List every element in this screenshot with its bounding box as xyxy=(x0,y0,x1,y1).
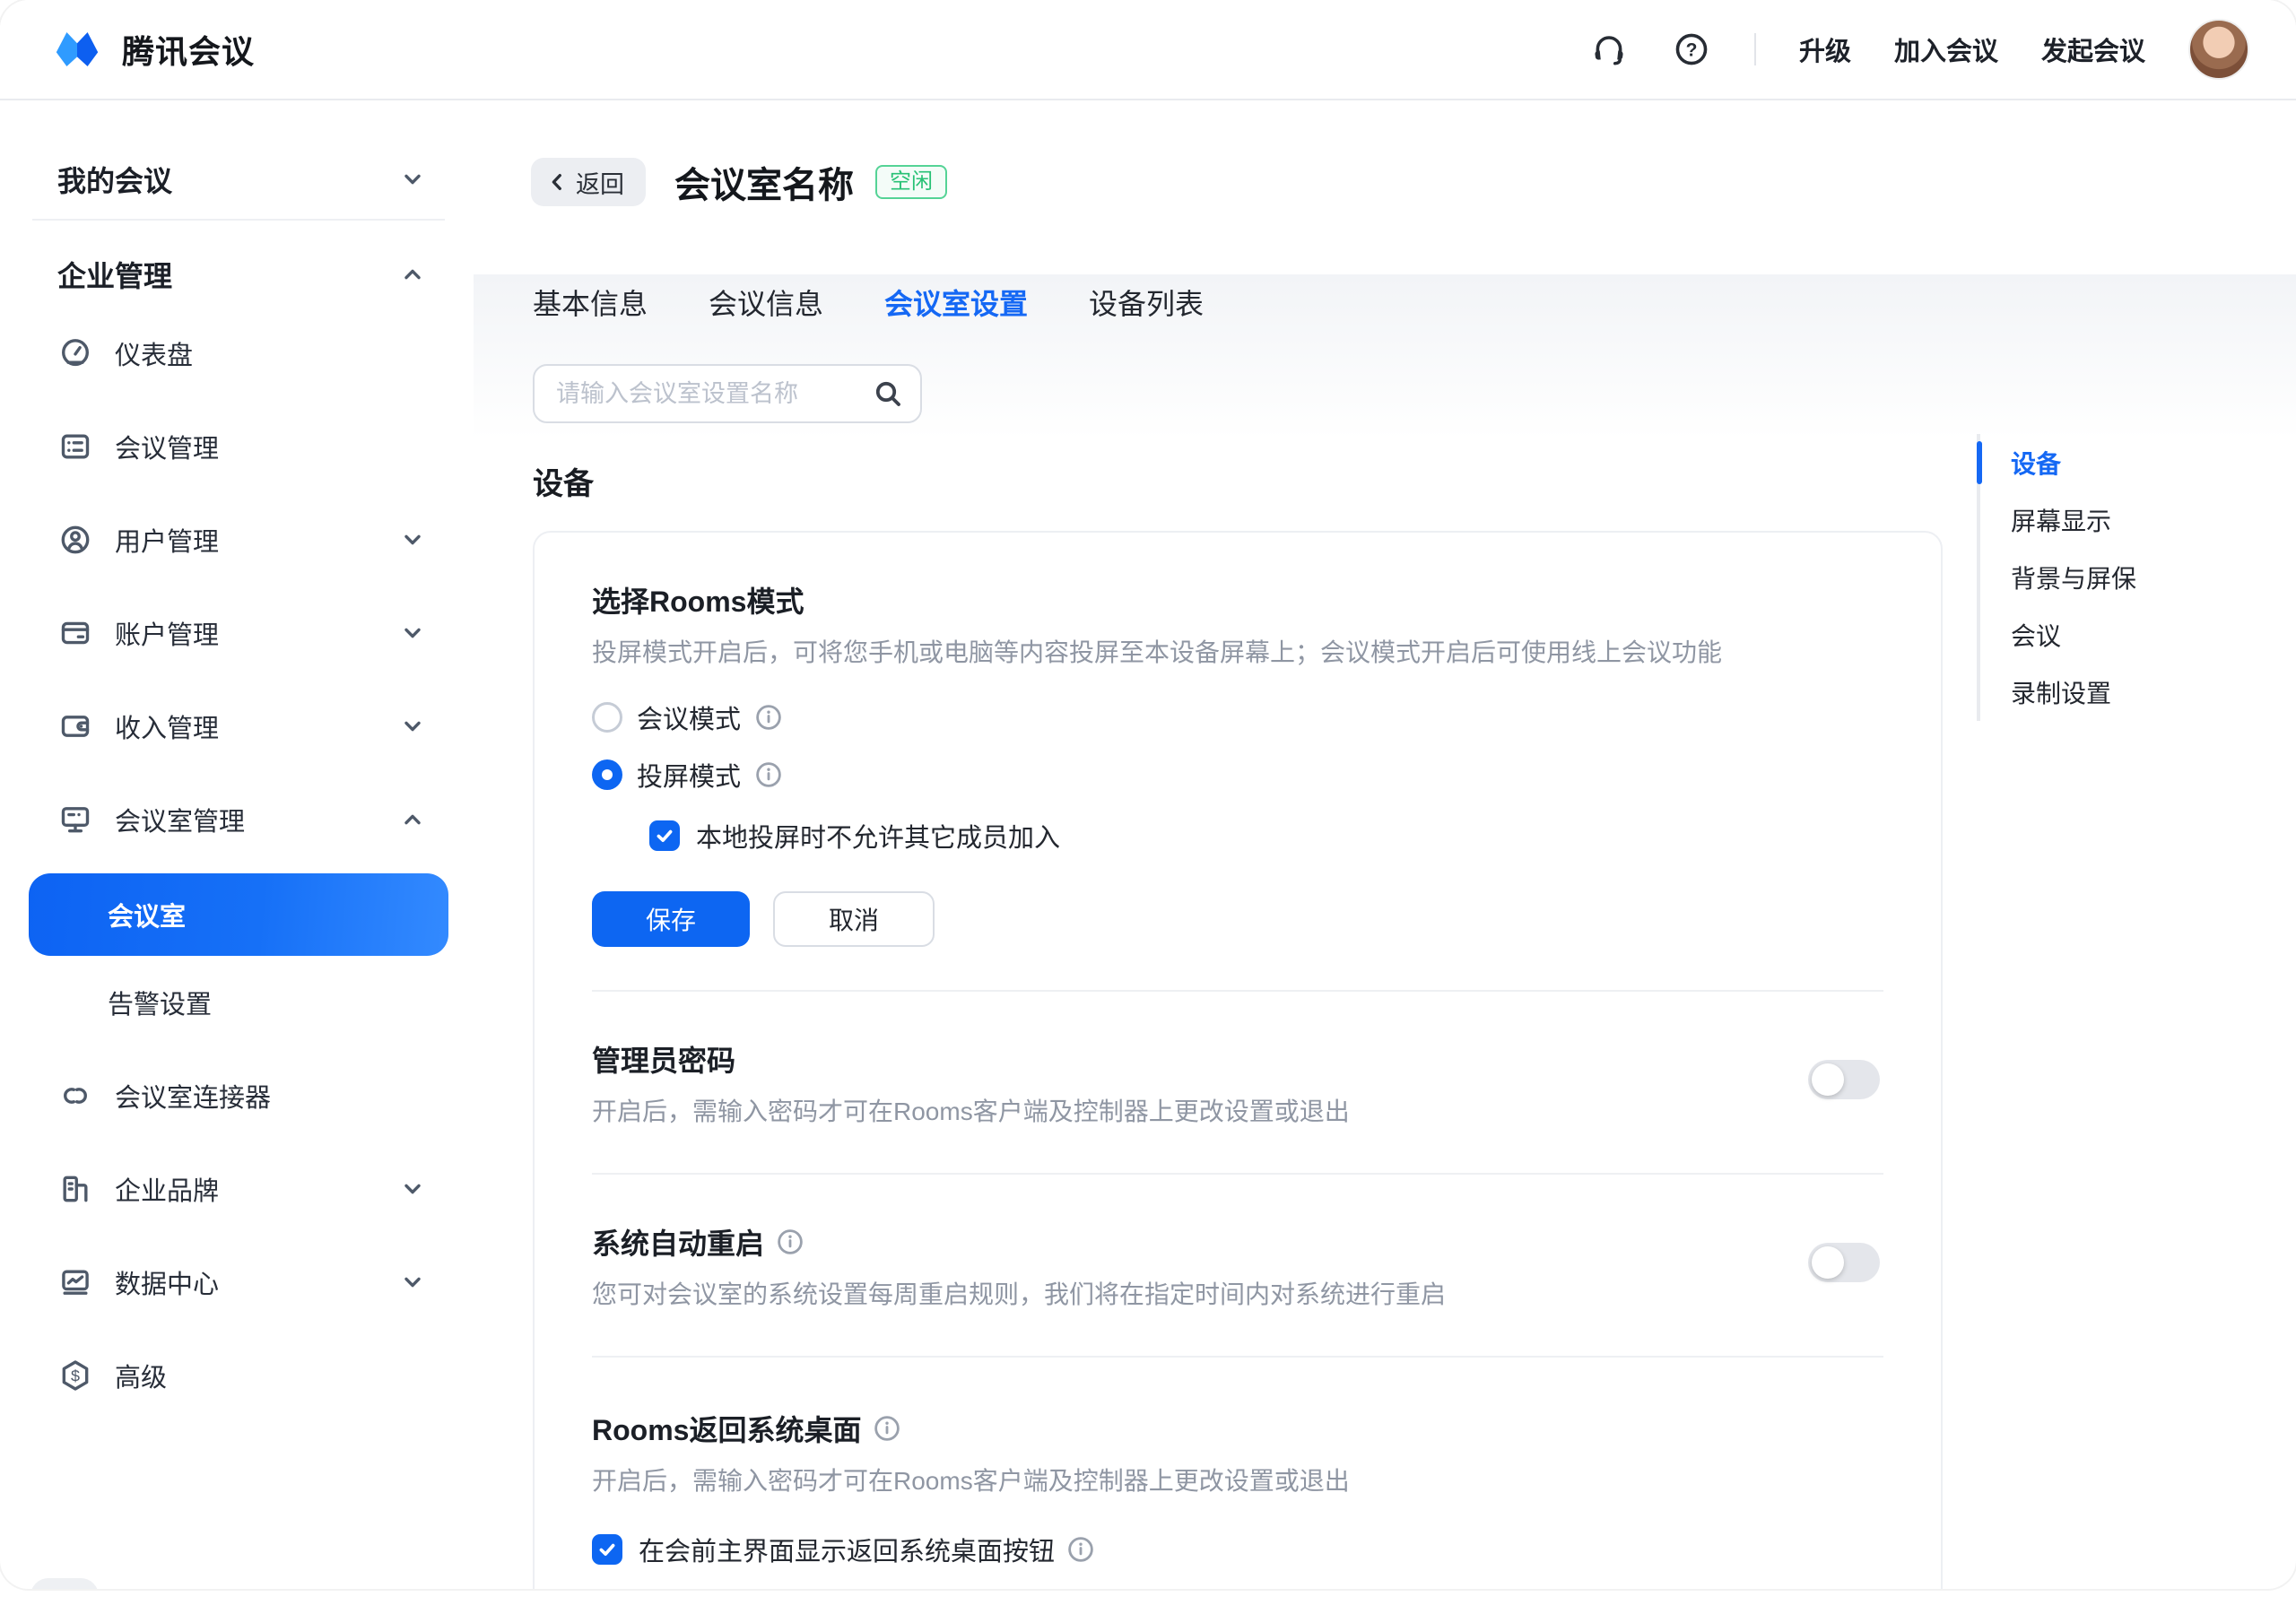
settings-search-input[interactable] xyxy=(556,380,874,408)
sidebar-subitem-alert-settings[interactable]: 告警设置 xyxy=(29,967,448,1038)
topbar: 腾讯会议 ? 升级 加入会议 发起会议 xyxy=(0,0,2296,100)
sidebar: 我的会议 企业管理 仪表盘 xyxy=(0,100,474,1589)
sidebar-group-my-meetings[interactable]: 我的会议 xyxy=(29,143,448,215)
admin-password-title: 管理员密码 xyxy=(592,1038,1883,1080)
info-icon[interactable] xyxy=(755,761,782,788)
search-icon[interactable] xyxy=(874,379,902,408)
link-icon xyxy=(57,1078,93,1114)
sidebar-item-dashboard[interactable]: 仪表盘 xyxy=(29,310,448,396)
back-button[interactable]: 返回 xyxy=(531,158,646,206)
sidebar-item-account-management[interactable]: 账户管理 xyxy=(29,590,448,676)
auto-restart-toggle-off[interactable] xyxy=(1808,1243,1880,1282)
cancel-button[interactable]: 取消 xyxy=(773,891,935,947)
back-to-desktop-section: Rooms返回系统桌面 开启后，需输入密码才可在Rooms客户端及控制器上更改设… xyxy=(535,1358,1941,1589)
admin-password-desc: 开启后，需输入密码才可在Rooms客户端及控制器上更改设置或退出 xyxy=(592,1094,1883,1130)
sidebar-item-user-management[interactable]: 用户管理 xyxy=(29,497,448,583)
wallet-icon xyxy=(57,708,93,744)
info-icon[interactable] xyxy=(1067,1536,1094,1563)
sidebar-item-rooms-management[interactable]: 会议室管理 xyxy=(29,777,448,863)
radio-unselected[interactable] xyxy=(592,702,622,733)
checkbox-checked[interactable] xyxy=(649,820,680,851)
start-meeting-link[interactable]: 发起会议 xyxy=(2041,30,2145,68)
sidebar-item-data-center[interactable]: 数据中心 xyxy=(29,1239,448,1325)
tencent-meeting-logo-icon xyxy=(50,22,104,76)
anchor-device[interactable]: 设备 xyxy=(1980,434,2136,491)
sidebar-item-room-connector[interactable]: 会议室连接器 xyxy=(29,1053,448,1139)
upgrade-link[interactable]: 升级 xyxy=(1799,30,1851,68)
status-badge: 空闲 xyxy=(875,165,947,199)
back-to-desktop-title: Rooms返回系统桌面 xyxy=(592,1408,1883,1449)
avatar[interactable] xyxy=(2188,19,2249,80)
auto-restart-desc: 您可对会议室的系统设置每周重启规则，我们将在指定时间内对系统进行重启 xyxy=(592,1277,1883,1313)
topbar-divider xyxy=(1754,33,1756,65)
settings-anchor-nav: 设备 屏幕显示 背景与屏保 会议 录制设置 xyxy=(1977,434,2136,721)
rooms-mode-title: 选择Rooms模式 xyxy=(592,579,1883,620)
admin-password-section: 管理员密码 开启后，需输入密码才可在Rooms客户端及控制器上更改设置或退出 xyxy=(535,992,1941,1173)
anchor-meeting[interactable]: 会议 xyxy=(1980,606,2136,664)
radio-selected[interactable] xyxy=(592,759,622,790)
bank-card-icon xyxy=(57,615,93,651)
info-icon[interactable] xyxy=(777,1228,804,1255)
section-title-device: 设备 xyxy=(533,459,594,503)
rooms-mode-section: 选择Rooms模式 投屏模式开启后，可将您手机或电脑等内容投屏至本设备屏幕上；会… xyxy=(535,533,1941,990)
chevron-down-icon xyxy=(402,622,423,644)
device-settings-card: 选择Rooms模式 投屏模式开启后，可将您手机或电脑等内容投屏至本设备屏幕上；会… xyxy=(533,531,1943,1589)
admin-password-toggle-off[interactable] xyxy=(1808,1060,1880,1099)
sidebar-collapse-button[interactable] xyxy=(30,1578,99,1589)
checkbox-checked[interactable] xyxy=(592,1534,622,1565)
join-meeting-link[interactable]: 加入会议 xyxy=(1894,30,1998,68)
anchor-recording-settings[interactable]: 录制设置 xyxy=(1980,664,2136,721)
main-content: 返回 会议室名称 空闲 基本信息 会议信息 会议室设置 设备列表 xyxy=(474,100,2296,1589)
checkbox-local-cast-no-join[interactable]: 本地投屏时不允许其它成员加入 xyxy=(649,811,1883,861)
chevron-up-icon xyxy=(402,809,423,830)
radio-cast-mode[interactable]: 投屏模式 xyxy=(592,750,1883,800)
user-icon xyxy=(57,522,93,558)
brand: 腾讯会议 xyxy=(50,22,255,76)
page-title: 会议室名称 xyxy=(674,156,854,208)
chevron-down-icon xyxy=(402,716,423,737)
rooms-display-icon xyxy=(57,802,93,837)
svg-text:$: $ xyxy=(71,1367,80,1384)
list-panel-icon xyxy=(57,429,93,464)
hexagon-dollar-icon: $ xyxy=(57,1358,93,1393)
radio-meeting-mode[interactable]: 会议模式 xyxy=(592,692,1883,742)
chevron-down-icon xyxy=(402,1178,423,1200)
chevron-up-icon xyxy=(402,264,423,285)
chevron-left-icon xyxy=(547,172,567,192)
chart-monitor-icon xyxy=(57,1264,93,1300)
tab-device-list[interactable]: 设备列表 xyxy=(1089,282,1204,334)
auto-restart-title: 系统自动重启 xyxy=(592,1221,1883,1263)
anchor-screen-display[interactable]: 屏幕显示 xyxy=(1980,491,2136,549)
chevron-down-icon xyxy=(402,529,423,551)
info-icon[interactable] xyxy=(874,1415,900,1442)
tab-room-settings[interactable]: 会议室设置 xyxy=(884,282,1028,334)
brand-name: 腾讯会议 xyxy=(122,26,255,73)
app-window: 腾讯会议 ? 升级 加入会议 发起会议 xyxy=(0,0,2296,1589)
sidebar-divider xyxy=(32,219,445,221)
sidebar-item-meeting-management[interactable]: 会议管理 xyxy=(29,404,448,490)
tab-bar: 基本信息 会议信息 会议室设置 设备列表 xyxy=(533,282,1204,334)
chevron-down-icon xyxy=(402,1271,423,1293)
svg-text:?: ? xyxy=(1686,40,1698,61)
sidebar-item-income-management[interactable]: 收入管理 xyxy=(29,683,448,769)
rooms-mode-desc: 投屏模式开启后，可将您手机或电脑等内容投屏至本设备屏幕上；会议模式开启后可使用线… xyxy=(592,635,1883,671)
sidebar-item-enterprise-brand[interactable]: 企业品牌 xyxy=(29,1146,448,1232)
info-icon[interactable] xyxy=(755,704,782,731)
sidebar-subitem-meeting-rooms[interactable]: 会议室 xyxy=(29,873,448,956)
sidebar-group-org-admin[interactable]: 企业管理 xyxy=(29,239,448,310)
auto-restart-section: 系统自动重启 您可对会议室的系统设置每周重启规则，我们将在指定时间内对系统进行重… xyxy=(535,1175,1941,1356)
building-icon xyxy=(57,1171,93,1207)
tab-meeting-info[interactable]: 会议信息 xyxy=(709,282,823,334)
anchor-background-screensaver[interactable]: 背景与屏保 xyxy=(1980,549,2136,606)
headset-support-icon[interactable] xyxy=(1589,30,1629,69)
save-button[interactable]: 保存 xyxy=(592,891,750,947)
help-icon[interactable]: ? xyxy=(1672,30,1711,69)
settings-search xyxy=(533,364,922,423)
gauge-icon xyxy=(57,335,93,371)
chevron-down-icon xyxy=(402,169,423,190)
sidebar-item-advanced[interactable]: $ 高级 xyxy=(29,1332,448,1419)
back-to-desktop-desc: 开启后，需输入密码才可在Rooms客户端及控制器上更改设置或退出 xyxy=(592,1463,1883,1499)
tab-basic-info[interactable]: 基本信息 xyxy=(533,282,648,334)
checkbox-show-desktop-button[interactable]: 在会前主界面显示返回系统桌面按钮 xyxy=(592,1524,1883,1575)
